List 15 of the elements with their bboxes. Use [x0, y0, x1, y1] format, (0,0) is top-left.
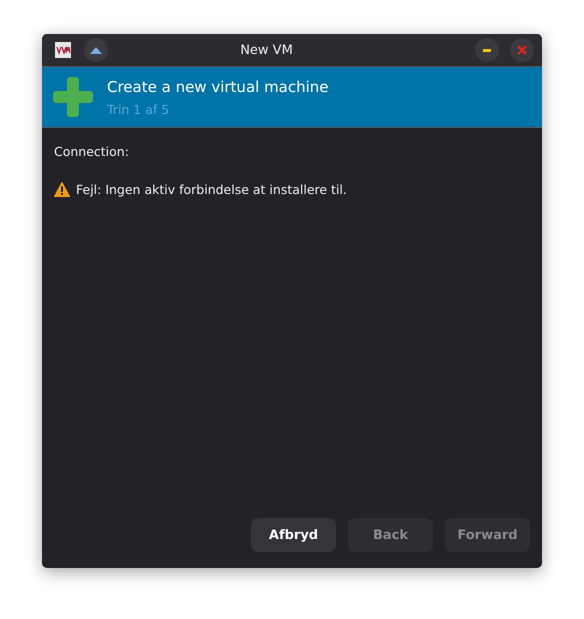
plus-icon [53, 77, 93, 117]
header-title: Create a new virtual machine [107, 78, 329, 96]
error-message: Fejl: Ingen aktiv forbindelse at installere til. [76, 182, 347, 197]
minimize-button[interactable] [475, 38, 499, 62]
minimize-icon [483, 48, 491, 52]
connection-label: Connection: [54, 144, 130, 159]
close-icon [517, 45, 527, 55]
collapse-button[interactable] [84, 38, 108, 62]
app-icon [55, 42, 71, 58]
triangle-icon [89, 45, 103, 55]
step-label: Trin 1 af 5 [107, 102, 170, 116]
window-title: New VM [239, 42, 294, 58]
close-button[interactable] [510, 38, 534, 62]
dialog-button[interactable]: Afbryd [251, 518, 336, 552]
warning-icon [54, 182, 70, 197]
